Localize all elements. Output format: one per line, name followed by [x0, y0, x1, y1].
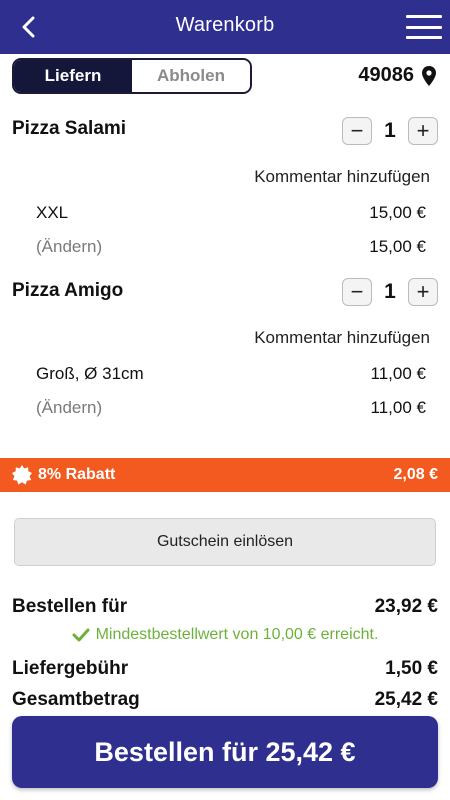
item-option: XXL	[36, 203, 69, 222]
delivery-fee-label: Liefergebühr	[12, 658, 129, 679]
minus-icon: −	[350, 118, 364, 143]
decrease-quantity-button[interactable]: −	[342, 278, 372, 306]
item-option: Groß, Ø 31cm	[36, 364, 144, 383]
increase-quantity-button[interactable]: +	[408, 278, 438, 306]
plus-icon: +	[416, 118, 430, 143]
item-total-price: 11,00 €	[370, 398, 426, 417]
add-comment-link[interactable]: Kommentar hinzufügen	[254, 328, 430, 348]
subtotal-row: Bestellen für 23,92 €	[12, 596, 438, 618]
item-option-row: Groß, Ø 31cm 11,00 €	[36, 364, 426, 384]
increase-quantity-button[interactable]: +	[408, 117, 438, 145]
toggle-option-abholen[interactable]: Abholen	[132, 60, 250, 92]
cart-item-name: Pizza Amigo	[12, 280, 124, 301]
quantity-stepper: − 1 +	[342, 117, 438, 145]
total-value: 25,42 €	[374, 689, 438, 710]
subtotal-value: 23,92 €	[374, 596, 438, 617]
quantity-value: 1	[384, 280, 396, 303]
badge-icon	[12, 465, 32, 485]
quantity-value: 1	[384, 119, 396, 142]
item-option-row: XXL 15,00 €	[36, 203, 426, 223]
discount-amount: 2,08 €	[393, 466, 438, 483]
checkmark-icon	[72, 628, 90, 642]
delivery-fee-row: Liefergebühr 1,50 €	[12, 658, 438, 680]
cart-item-name: Pizza Salami	[12, 118, 127, 139]
delivery-mode-toggle: Liefern Abholen	[12, 58, 252, 94]
discount-bar: 8% Rabatt 2,08 €	[0, 458, 450, 492]
place-order-button[interactable]: Bestellen für 25,42 €	[12, 716, 438, 788]
total-label: Gesamtbetrag	[12, 689, 140, 710]
page-title: Warenkorb	[175, 14, 275, 36]
delivery-fee-value: 1,50 €	[385, 658, 438, 679]
add-comment-link[interactable]: Kommentar hinzufügen	[254, 167, 430, 187]
minus-icon: −	[350, 279, 364, 304]
item-total-price: 15,00 €	[369, 237, 426, 256]
decrease-quantity-button[interactable]: −	[342, 117, 372, 145]
postal-code: 49086	[358, 64, 414, 86]
plus-icon: +	[416, 279, 430, 304]
toggle-option-liefern[interactable]: Liefern	[14, 60, 132, 92]
postal-code-selector[interactable]: 49086	[358, 64, 436, 87]
redeem-voucher-button[interactable]: Gutschein einlösen	[14, 518, 436, 566]
change-item-link[interactable]: (Ändern)	[36, 237, 102, 257]
app-header: Warenkorb	[0, 0, 450, 54]
item-option-price: 11,00 €	[370, 364, 426, 383]
min-order-notice: Mindestbestellwert von 10,00 € erreicht.	[0, 626, 450, 644]
change-item-link[interactable]: (Ändern)	[36, 398, 102, 418]
map-pin-icon	[422, 65, 436, 86]
subtotal-label: Bestellen für	[12, 596, 128, 617]
hamburger-menu-icon	[406, 15, 442, 18]
item-change-row: (Ändern) 11,00 €	[36, 398, 426, 418]
min-order-text: Mindestbestellwert von 10,00 € erreicht.	[95, 626, 379, 643]
hamburger-menu-button[interactable]	[406, 12, 442, 42]
total-row: Gesamtbetrag 25,42 €	[12, 689, 438, 711]
quantity-stepper: − 1 +	[342, 278, 438, 306]
item-option-price: 15,00 €	[369, 203, 426, 222]
discount-label: 8% Rabatt	[38, 466, 116, 483]
item-change-row: (Ändern) 15,00 €	[36, 237, 426, 257]
